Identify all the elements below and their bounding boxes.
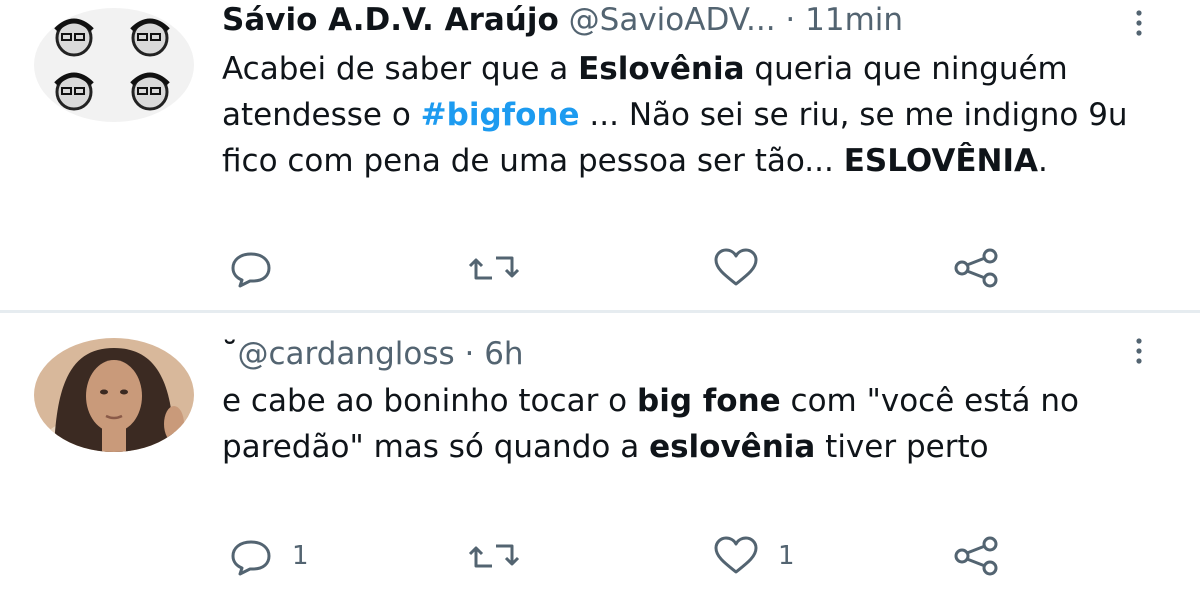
timestamp[interactable]: 11min	[805, 2, 903, 38]
tweet-text: e cabe ao boninho tocar o big fone com "…	[222, 378, 1182, 470]
share-icon	[954, 248, 998, 288]
avatar[interactable]	[34, 338, 194, 452]
display-name[interactable]: ˘	[222, 336, 238, 372]
reply-button[interactable]: 1	[228, 536, 309, 576]
heart-icon	[714, 536, 758, 574]
separator-dot: ·	[785, 2, 796, 38]
text-segment-bold: big fone	[637, 383, 781, 419]
avatar[interactable]	[34, 8, 194, 122]
heart-icon	[714, 248, 758, 286]
tweet-header: ˘@cardangloss · 6h	[222, 334, 524, 374]
tweet[interactable]: ˘@cardangloss · 6h e cabe ao boninho toc…	[0, 312, 1200, 600]
action-bar: 1 1	[0, 536, 1200, 576]
reply-icon	[231, 540, 271, 576]
share-button[interactable]	[952, 248, 1000, 288]
handle[interactable]: @SavioADV...	[569, 2, 776, 38]
more-vertical-icon[interactable]	[1130, 336, 1148, 366]
share-icon	[954, 536, 998, 576]
reply-button[interactable]	[228, 248, 292, 288]
reply-icon	[231, 252, 271, 288]
timestamp[interactable]: 6h	[484, 336, 523, 372]
text-segment: e cabe ao boninho tocar o	[222, 383, 637, 419]
display-name[interactable]: Sávio A.D.V. Araújo	[222, 2, 559, 38]
like-button[interactable]	[712, 248, 778, 288]
more-vertical-icon[interactable]	[1130, 8, 1148, 38]
retweet-icon	[468, 256, 520, 280]
text-segment-bold: Eslovênia	[578, 51, 745, 87]
retweet-button[interactable]	[468, 248, 538, 288]
text-segment: .	[1038, 143, 1048, 179]
retweet-button[interactable]	[468, 536, 538, 576]
reply-count: 1	[292, 541, 309, 571]
handle[interactable]: @cardangloss	[238, 336, 455, 372]
tweet-text: Acabei de saber que a Eslovênia queria q…	[222, 46, 1182, 184]
retweet-icon	[468, 544, 520, 568]
tweet[interactable]: Sávio A.D.V. Araújo @SavioADV... · 11min…	[0, 0, 1200, 312]
tweet-header: Sávio A.D.V. Araújo @SavioADV... · 11min	[222, 0, 903, 40]
text-segment-bold: eslovênia	[649, 429, 816, 465]
action-bar	[0, 248, 1200, 288]
like-count: 1	[778, 541, 795, 571]
text-segment: tiver perto	[815, 429, 989, 465]
like-button[interactable]: 1	[712, 536, 795, 576]
avatar-face-1	[54, 18, 94, 57]
text-segment-bold: ESLOVÊNIA	[843, 143, 1038, 179]
share-button[interactable]	[952, 536, 1000, 576]
text-segment: Acabei de saber que a	[222, 51, 579, 87]
hashtag-link[interactable]: #bigfone	[421, 97, 580, 133]
separator-dot: ·	[464, 336, 475, 372]
